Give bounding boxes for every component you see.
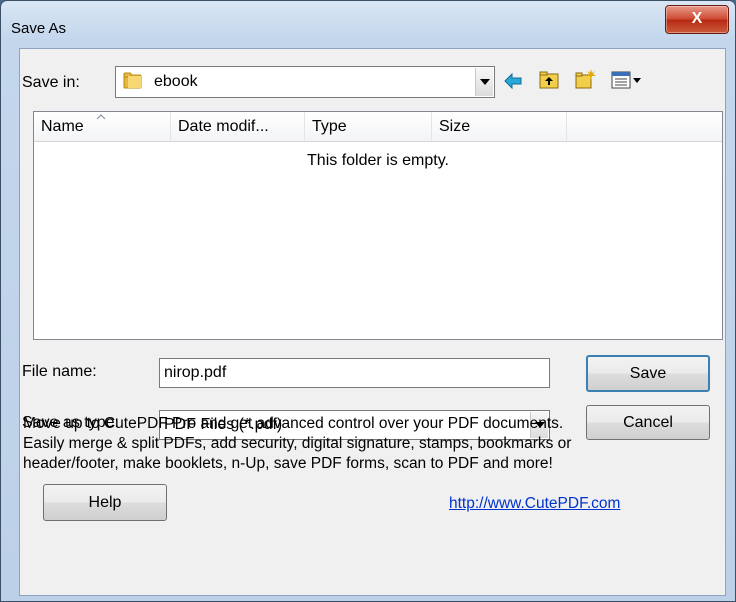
save-in-value: ebook — [154, 73, 198, 90]
window-title: Save As — [11, 20, 67, 37]
column-header-type[interactable]: Type — [305, 112, 432, 141]
cutepdf-link[interactable]: http://www.CutePDF.com — [449, 495, 620, 513]
column-header-date[interactable]: Date modif... — [171, 112, 305, 141]
back-arrow-icon[interactable] — [502, 70, 524, 92]
sort-ascending-icon — [96, 114, 106, 120]
save-button[interactable]: Save — [586, 355, 710, 392]
column-header-size[interactable]: Size — [432, 112, 567, 141]
save-in-dropdown[interactable]: ebook — [115, 66, 495, 98]
file-list[interactable]: Name Date modif... Type Size This folder… — [33, 111, 723, 340]
promo-line-3: header/footer, make booklets, n-Up, save… — [23, 455, 553, 472]
promo-text: Move up to CutePDF Pro and get advanced … — [23, 414, 703, 474]
save-in-label: Save in: — [22, 74, 80, 91]
view-menu-icon[interactable] — [610, 69, 644, 91]
file-list-header: Name Date modif... Type Size — [34, 112, 722, 142]
save-as-dialog: Save As X Save in: ebook Name Date modif… — [0, 0, 736, 602]
close-button[interactable]: X — [665, 5, 729, 34]
promo-line-2: Easily merge & split PDFs, add security,… — [23, 435, 572, 452]
empty-folder-message: This folder is empty. — [307, 152, 449, 169]
folder-icon — [123, 72, 142, 89]
promo-line-1: Move up to CutePDF Pro and get advanced … — [23, 415, 564, 432]
file-name-label: File name: — [22, 363, 97, 380]
new-folder-icon[interactable] — [574, 68, 596, 90]
help-button[interactable]: Help — [43, 484, 167, 521]
file-name-input[interactable]: nirop.pdf — [159, 358, 550, 388]
chevron-down-icon[interactable] — [475, 68, 493, 96]
up-folder-icon[interactable] — [538, 69, 560, 91]
